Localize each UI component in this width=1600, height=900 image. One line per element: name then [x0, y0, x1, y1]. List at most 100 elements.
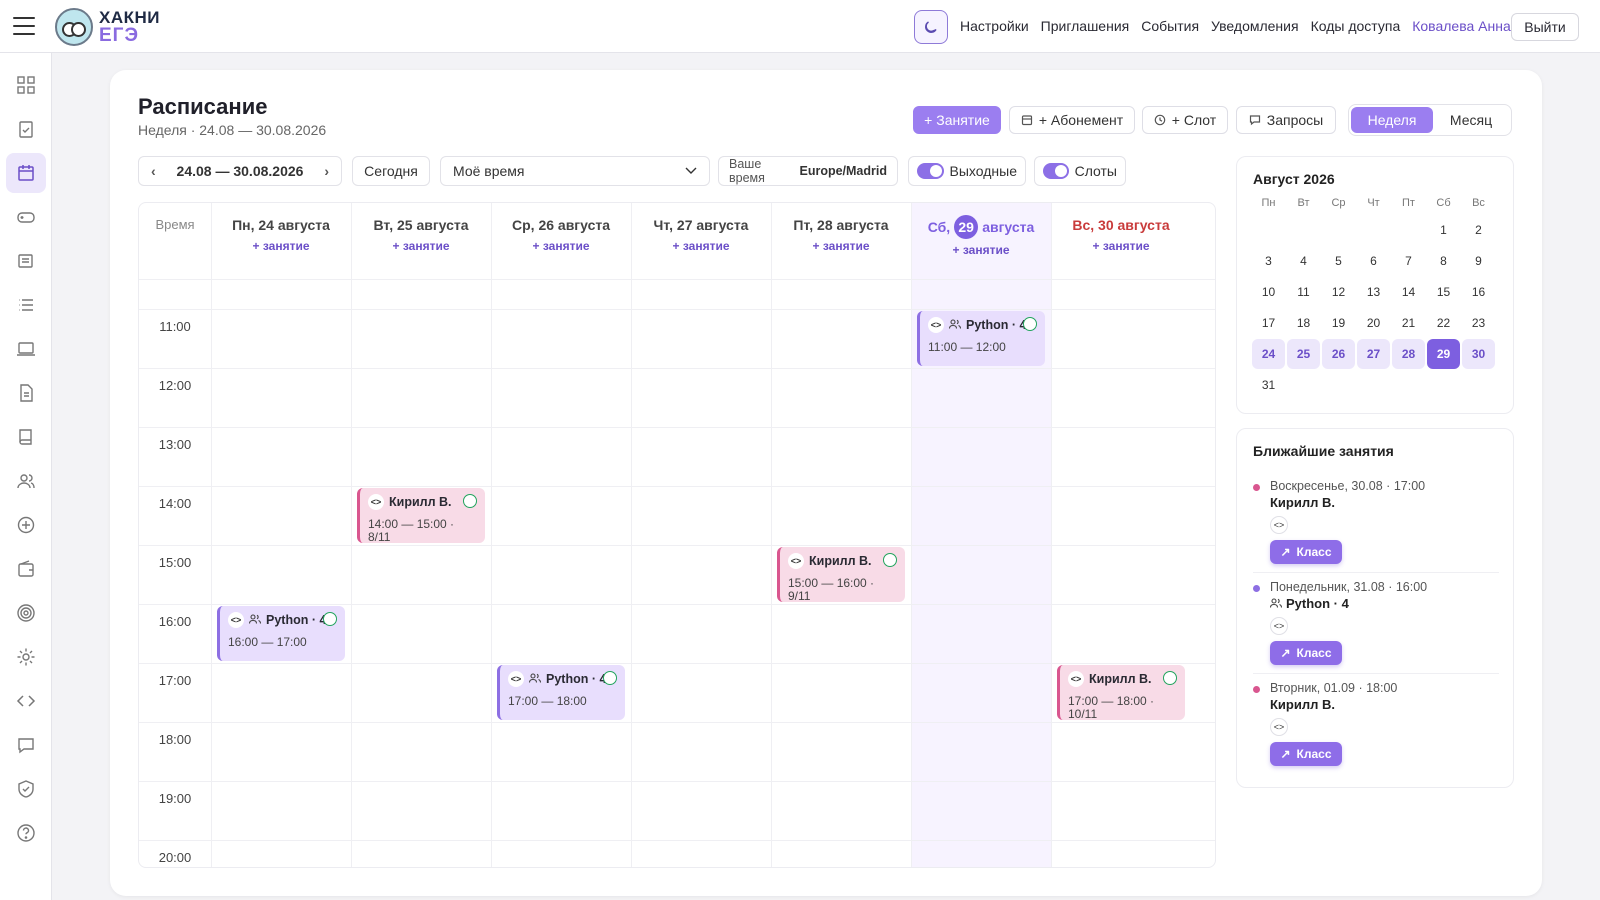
add-slot-button[interactable]: + Слот — [1142, 106, 1228, 134]
requests-button[interactable]: Запросы — [1236, 106, 1336, 134]
lesson-event[interactable]: <> Python · 4 16:00 — 17:00 — [217, 606, 345, 661]
mini-day[interactable]: 22 — [1427, 308, 1460, 338]
event-time: 11:00 — 12:00 — [928, 340, 1006, 354]
sidebar-code[interactable] — [6, 681, 46, 721]
day-divider — [491, 203, 492, 867]
theme-toggle-button[interactable] — [914, 10, 948, 44]
lesson-event[interactable]: <> Кирилл В. 14:00 — 15:00 · 8/11 — [357, 488, 485, 543]
mini-day[interactable]: 30 — [1462, 339, 1495, 369]
sidebar-goals[interactable] — [6, 593, 46, 633]
mini-day[interactable]: 5 — [1322, 246, 1355, 276]
code-icon: <> — [508, 671, 524, 687]
view-month-tab[interactable]: Месяц — [1433, 107, 1509, 133]
add-lesson-link[interactable]: + занятие — [211, 239, 351, 253]
mini-day[interactable]: 6 — [1357, 246, 1390, 276]
mini-day[interactable]: 25 — [1287, 339, 1320, 369]
mini-day[interactable]: 29 — [1427, 339, 1460, 369]
class-button[interactable]: ↗ Класс — [1270, 540, 1342, 564]
lesson-event[interactable]: <> Python · 4 11:00 — 12:00 — [917, 311, 1045, 366]
mini-day[interactable]: 10 — [1252, 277, 1285, 307]
class-button[interactable]: ↗ Класс — [1270, 641, 1342, 665]
lesson-event[interactable]: <> Кирилл В. 15:00 — 16:00 · 9/11 — [777, 547, 905, 602]
timezone-select[interactable]: Моё время — [440, 156, 710, 186]
add-lesson-link[interactable]: + занятие — [351, 239, 491, 253]
sidebar-settings[interactable] — [6, 637, 46, 677]
nav-events[interactable]: События — [1141, 18, 1199, 34]
logo[interactable]: ХАКНИ ЕГЭ — [55, 8, 160, 46]
weekends-toggle[interactable]: Выходные — [908, 156, 1026, 186]
sidebar-games[interactable] — [6, 197, 46, 237]
mini-day[interactable]: 26 — [1322, 339, 1355, 369]
add-lesson-link[interactable]: + занятие — [1051, 239, 1191, 253]
mini-day[interactable]: 27 — [1357, 339, 1390, 369]
mini-day[interactable]: 16 — [1462, 277, 1495, 307]
mini-day[interactable]: 28 — [1392, 339, 1425, 369]
add-lesson-link[interactable]: + занятие — [911, 243, 1051, 257]
slots-switch[interactable] — [1043, 163, 1069, 179]
mini-day[interactable]: 9 — [1462, 246, 1495, 276]
prev-week-icon[interactable]: ‹ — [151, 163, 156, 179]
nav-notifications[interactable]: Уведомления — [1211, 18, 1299, 34]
sidebar-dashboard[interactable] — [6, 65, 46, 105]
mini-day[interactable]: 2 — [1462, 215, 1495, 245]
sidebar-security[interactable] — [6, 769, 46, 809]
mini-day[interactable]: 8 — [1427, 246, 1460, 276]
sidebar-library[interactable] — [6, 417, 46, 457]
nav-settings[interactable]: Настройки — [960, 18, 1029, 34]
users-icon — [17, 474, 35, 489]
confirmed-check-icon — [883, 553, 897, 567]
weekends-switch[interactable] — [917, 163, 944, 179]
event-title: Python · 4 — [966, 318, 1027, 332]
add-lesson-link[interactable]: + занятие — [771, 239, 911, 253]
mini-day[interactable]: 21 — [1392, 308, 1425, 338]
add-lesson-link[interactable]: + занятие — [491, 239, 631, 253]
mini-day[interactable]: 3 — [1252, 246, 1285, 276]
mini-day[interactable]: 23 — [1462, 308, 1495, 338]
mini-day[interactable]: 1 — [1427, 215, 1460, 245]
sidebar-students[interactable] — [6, 461, 46, 501]
nav-invites[interactable]: Приглашения — [1041, 18, 1130, 34]
add-lesson-link[interactable]: + занятие — [631, 239, 771, 253]
sidebar-messages[interactable] — [6, 241, 46, 281]
user-name[interactable]: Ковалева Анна — [1412, 18, 1511, 34]
mini-day[interactable]: 20 — [1357, 308, 1390, 338]
mini-day[interactable]: 18 — [1287, 308, 1320, 338]
mini-day[interactable]: 15 — [1427, 277, 1460, 307]
sidebar-schedule[interactable] — [6, 153, 46, 193]
lesson-event[interactable]: <> Кирилл В. 17:00 — 18:00 · 10/11 — [1057, 665, 1185, 720]
sidebar-wallet[interactable] — [6, 549, 46, 589]
class-button[interactable]: ↗ Класс — [1270, 742, 1342, 766]
mini-dow-label: Вс — [1472, 197, 1485, 209]
next-week-icon[interactable]: › — [324, 163, 329, 179]
mini-day[interactable]: 14 — [1392, 277, 1425, 307]
view-week-tab[interactable]: Неделя — [1351, 107, 1433, 133]
mini-day[interactable]: 17 — [1252, 308, 1285, 338]
sidebar-help[interactable] — [6, 813, 46, 853]
menu-icon[interactable] — [13, 17, 35, 35]
mini-day[interactable]: 4 — [1287, 246, 1320, 276]
add-subscription-button[interactable]: + Абонемент — [1009, 106, 1135, 134]
mini-day[interactable]: 31 — [1252, 370, 1285, 400]
mini-day[interactable]: 7 — [1392, 246, 1425, 276]
mini-day[interactable]: 12 — [1322, 277, 1355, 307]
mini-day[interactable]: 13 — [1357, 277, 1390, 307]
sidebar-tasks[interactable] — [6, 109, 46, 149]
sidebar-chat[interactable] — [6, 725, 46, 765]
lesson-event[interactable]: <> Python · 4 17:00 — 18:00 — [497, 665, 625, 720]
sidebar-courses[interactable] — [6, 329, 46, 369]
add-lesson-button[interactable]: + Занятие — [913, 106, 1001, 134]
today-button[interactable]: Сегодня — [352, 156, 430, 186]
slots-toggle[interactable]: Слоты — [1034, 156, 1126, 186]
help-icon — [17, 824, 35, 842]
day-header: Пн, 24 августа + занятие — [211, 203, 351, 279]
mini-day[interactable]: 11 — [1287, 277, 1320, 307]
nav-access-codes[interactable]: Коды доступа — [1311, 18, 1401, 34]
status-dot — [1253, 585, 1260, 592]
mini-day[interactable]: 19 — [1322, 308, 1355, 338]
sidebar-add[interactable] — [6, 505, 46, 545]
logout-button[interactable]: Выйти — [1511, 13, 1579, 41]
mini-day[interactable]: 24 — [1252, 339, 1285, 369]
sidebar-list[interactable] — [6, 285, 46, 325]
sidebar-documents[interactable] — [6, 373, 46, 413]
group-icon — [1269, 596, 1283, 611]
